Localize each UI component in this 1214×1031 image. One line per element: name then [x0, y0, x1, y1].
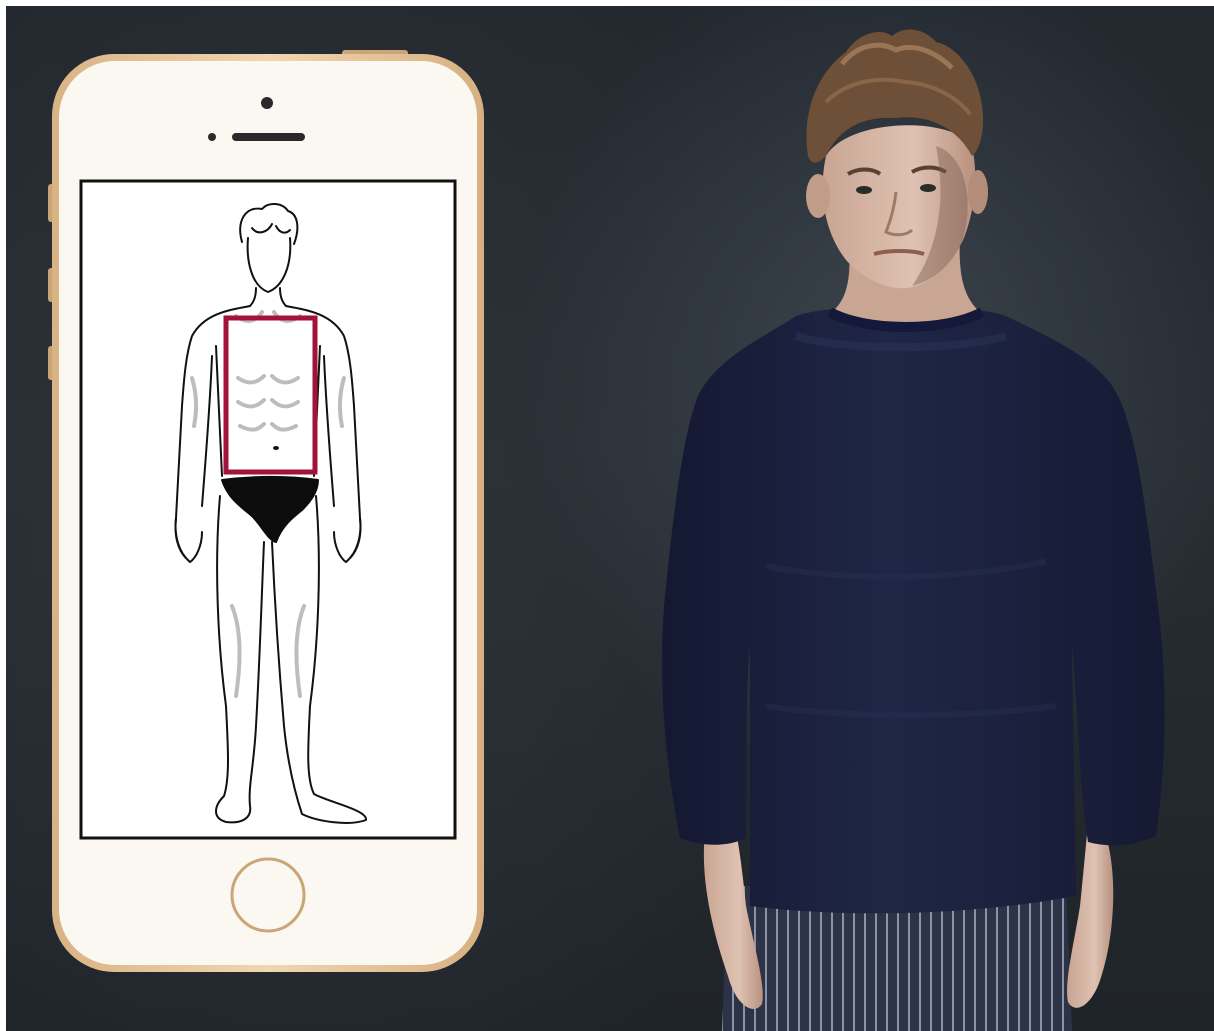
earpiece-speaker-icon — [232, 133, 305, 141]
proximity-sensor-icon — [208, 133, 216, 141]
front-camera-icon — [261, 97, 273, 109]
model-photo — [661, 29, 1165, 1031]
photo-scene — [6, 6, 1214, 1031]
smartphone — [48, 50, 484, 972]
model-sweater — [661, 305, 1165, 914]
scene-artwork — [48, 29, 1165, 1031]
